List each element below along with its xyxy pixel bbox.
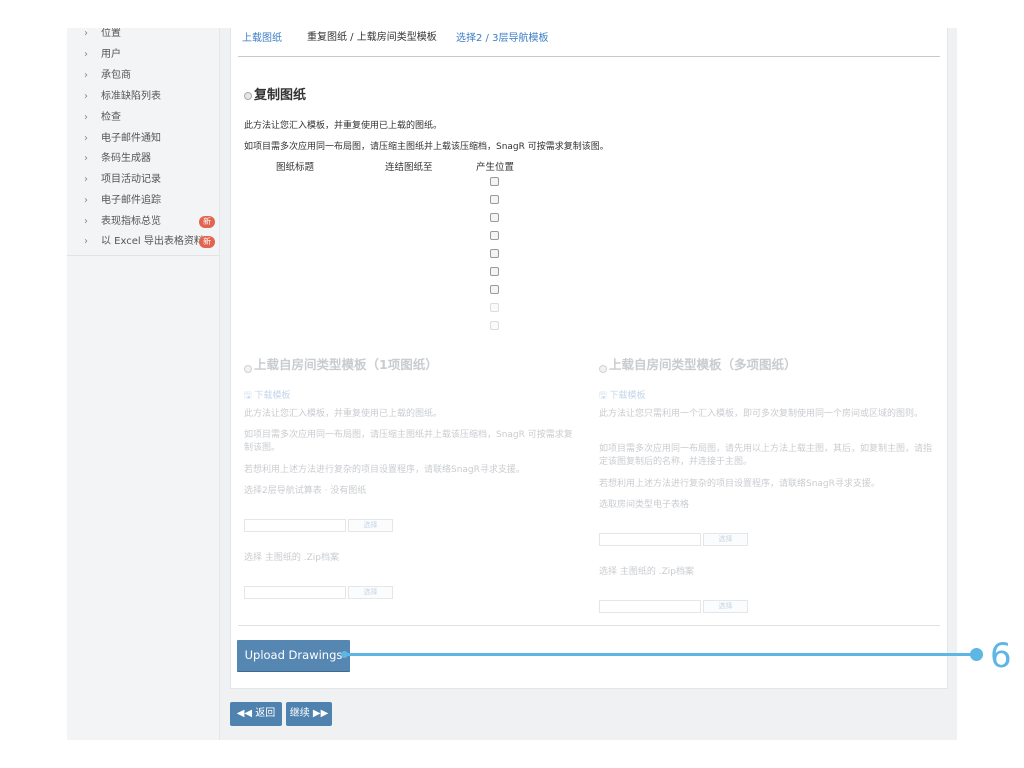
chevron-right-icon: ›: [84, 195, 88, 206]
sidebar-item-users[interactable]: › 用户: [67, 45, 219, 65]
position-checkbox[interactable]: [490, 177, 499, 186]
col-generate-position: 产生位置: [476, 162, 515, 173]
sidebar-item-label: 项目活动记录: [101, 174, 161, 185]
multi-excel-label: 选取房间类型电子表格: [599, 500, 690, 510]
copy-desc-1: 此方法让您汇入模板，并重复使用已上载的图纸。: [244, 121, 443, 131]
tab-underline: [238, 56, 940, 57]
position-checkbox[interactable]: [490, 285, 499, 294]
position-checkbox[interactable]: [490, 303, 499, 312]
sidebar-item-label: 用户: [101, 49, 121, 60]
sidebar-item-label: 电子邮件通知: [101, 133, 161, 144]
new-badge: 新: [199, 236, 215, 248]
single-download-link[interactable]: 🖫 下载模板: [244, 388, 291, 404]
tab-select-nav-template[interactable]: 选择2 / 3层导航模板: [456, 29, 548, 44]
sidebar-item-label: 位置: [101, 28, 121, 39]
back-button[interactable]: ◀◀ 返回: [230, 702, 282, 726]
sidebar-item-label: 承包商: [101, 70, 131, 81]
single-zip-choose-button[interactable]: 选择: [348, 586, 393, 599]
single-excel-input[interactable]: [244, 519, 346, 532]
chevron-right-icon: ›: [84, 49, 88, 60]
single-zip-label: 选择 主图纸的 .Zip档案: [244, 553, 339, 563]
sidebar-item-location[interactable]: › 位置: [67, 28, 219, 44]
sidebar-item-label: 表现指标总览: [101, 216, 161, 227]
sidebar-item-label: 以 Excel 导出表格资料: [101, 236, 204, 247]
position-checkbox[interactable]: [490, 195, 499, 204]
position-checkbox[interactable]: [490, 213, 499, 222]
multi-desc-3: 若想利用上述方法进行复杂的项目设置程序，请联络SnagR寻求支援。: [599, 479, 880, 489]
upload-drawings-button[interactable]: Upload Drawings: [237, 640, 350, 671]
chevron-right-icon: ›: [84, 133, 88, 144]
tab-upload-drawings[interactable]: 上载图纸: [242, 29, 282, 44]
sidebar: › 位置 › 用户 › 承包商 › 标准缺陷列表 › 检查 › 电子邮件通知 ›…: [67, 28, 220, 740]
single-zip-input[interactable]: [244, 586, 346, 599]
callout-dot: [970, 648, 983, 661]
single-template-radio[interactable]: [244, 358, 252, 377]
chevron-right-icon: ›: [84, 28, 88, 39]
col-link-drawing: 连结图纸至: [385, 162, 433, 173]
radio-icon: [599, 364, 607, 373]
multi-desc-2: 如项目需多次应用同一布局图，请先用以上方法上载主图，其后，如复制主图，请指定该图…: [599, 444, 933, 467]
radio-icon: [244, 364, 252, 373]
multi-download-link[interactable]: 🖫 下载模板: [599, 388, 646, 404]
new-badge: 新: [199, 216, 215, 228]
save-icon: 🖫: [244, 391, 252, 401]
multi-desc-1: 此方法让您只需利用一个汇入模板，即可多次复制使用同一个房间或区域的图则。: [599, 409, 924, 419]
multi-excel-input[interactable]: [599, 533, 701, 546]
sidebar-item-barcode-generator[interactable]: › 条码生成器: [67, 149, 219, 169]
single-desc-1: 此方法让您汇入模板，并重复使用已上载的图纸。: [244, 409, 443, 419]
app-frame: › 位置 › 用户 › 承包商 › 标准缺陷列表 › 检查 › 电子邮件通知 ›…: [67, 28, 957, 740]
multi-template-title: 上载自房间类型模板（多项图纸）: [609, 357, 797, 372]
sidebar-item-defect-list[interactable]: › 标准缺陷列表: [67, 87, 219, 107]
single-desc-3: 若想利用上述方法进行复杂的项目设置程序，请联络SnagR寻求支援。: [244, 465, 525, 475]
sidebar-item-excel-export[interactable]: › 以 Excel 导出表格资料 新: [67, 232, 219, 252]
chevron-right-icon: ›: [84, 216, 88, 227]
multi-zip-input[interactable]: [599, 600, 701, 613]
col-drawing-title: 图纸标题: [276, 162, 315, 173]
copy-desc-2: 如项目需多次应用同一布局图，请压缩主图纸并上载该压缩档，SnagR 可按需求复制…: [244, 142, 609, 152]
single-template-title: 上载自房间类型模板（1项图纸）: [254, 357, 438, 372]
main-panel: 上载图纸 重复图纸 / 上载房间类型模板 选择2 / 3层导航模板 复制图纸 此…: [230, 28, 948, 689]
save-icon: 🖫: [599, 391, 607, 401]
position-checkbox[interactable]: [490, 321, 499, 330]
radio-icon: [244, 91, 252, 100]
chevron-right-icon: ›: [84, 70, 88, 81]
sidebar-item-kpi-overview[interactable]: › 表现指标总览 新: [67, 212, 219, 232]
copy-radio[interactable]: [244, 85, 252, 104]
multi-excel-choose-button[interactable]: 选择: [703, 533, 748, 546]
sidebar-divider: [67, 255, 219, 256]
single-excel-choose-button[interactable]: 选择: [348, 519, 393, 532]
callout-number: 6: [990, 636, 1012, 676]
position-checkbox[interactable]: [490, 267, 499, 276]
sidebar-item-inspections[interactable]: › 检查: [67, 108, 219, 128]
multi-zip-choose-button[interactable]: 选择: [703, 600, 748, 613]
sidebar-item-label: 条码生成器: [101, 153, 151, 164]
sidebar-item-email-notifications[interactable]: › 电子邮件通知: [67, 129, 219, 149]
sidebar-item-email-tracking[interactable]: › 电子邮件追踪: [67, 191, 219, 211]
single-excel-label: 选择2层导航试算表 · 没有图纸: [244, 486, 367, 496]
chevron-right-icon: ›: [84, 153, 88, 164]
sidebar-item-contractors[interactable]: › 承包商: [67, 66, 219, 86]
chevron-right-icon: ›: [84, 236, 88, 247]
callout-line: [345, 653, 976, 656]
tab-duplicate-drawings[interactable]: 重复图纸 / 上载房间类型模板: [307, 28, 437, 43]
chevron-right-icon: ›: [84, 112, 88, 123]
copy-section-title: 复制图纸: [254, 88, 307, 103]
position-checkbox[interactable]: [490, 231, 499, 240]
section-divider: [238, 625, 940, 626]
multi-zip-label: 选择 主图纸的 .Zip档案: [599, 567, 694, 577]
sidebar-item-label: 电子邮件追踪: [101, 195, 161, 206]
chevron-right-icon: ›: [84, 91, 88, 102]
single-desc-2: 如项目需多次应用同一布局图，请压缩主图纸并上载该压缩档，SnagR 可按需求复制…: [244, 430, 573, 453]
sidebar-item-label: 标准缺陷列表: [101, 91, 161, 102]
sidebar-item-label: 检查: [101, 112, 121, 123]
next-button[interactable]: 继续 ▶▶: [286, 702, 332, 726]
tab-bar: 上载图纸 重复图纸 / 上载房间类型模板 选择2 / 3层导航模板: [231, 28, 947, 48]
multi-template-radio[interactable]: [599, 358, 607, 377]
sidebar-item-activity-log[interactable]: › 项目活动记录: [67, 170, 219, 190]
chevron-right-icon: ›: [84, 174, 88, 185]
position-checkbox[interactable]: [490, 249, 499, 258]
